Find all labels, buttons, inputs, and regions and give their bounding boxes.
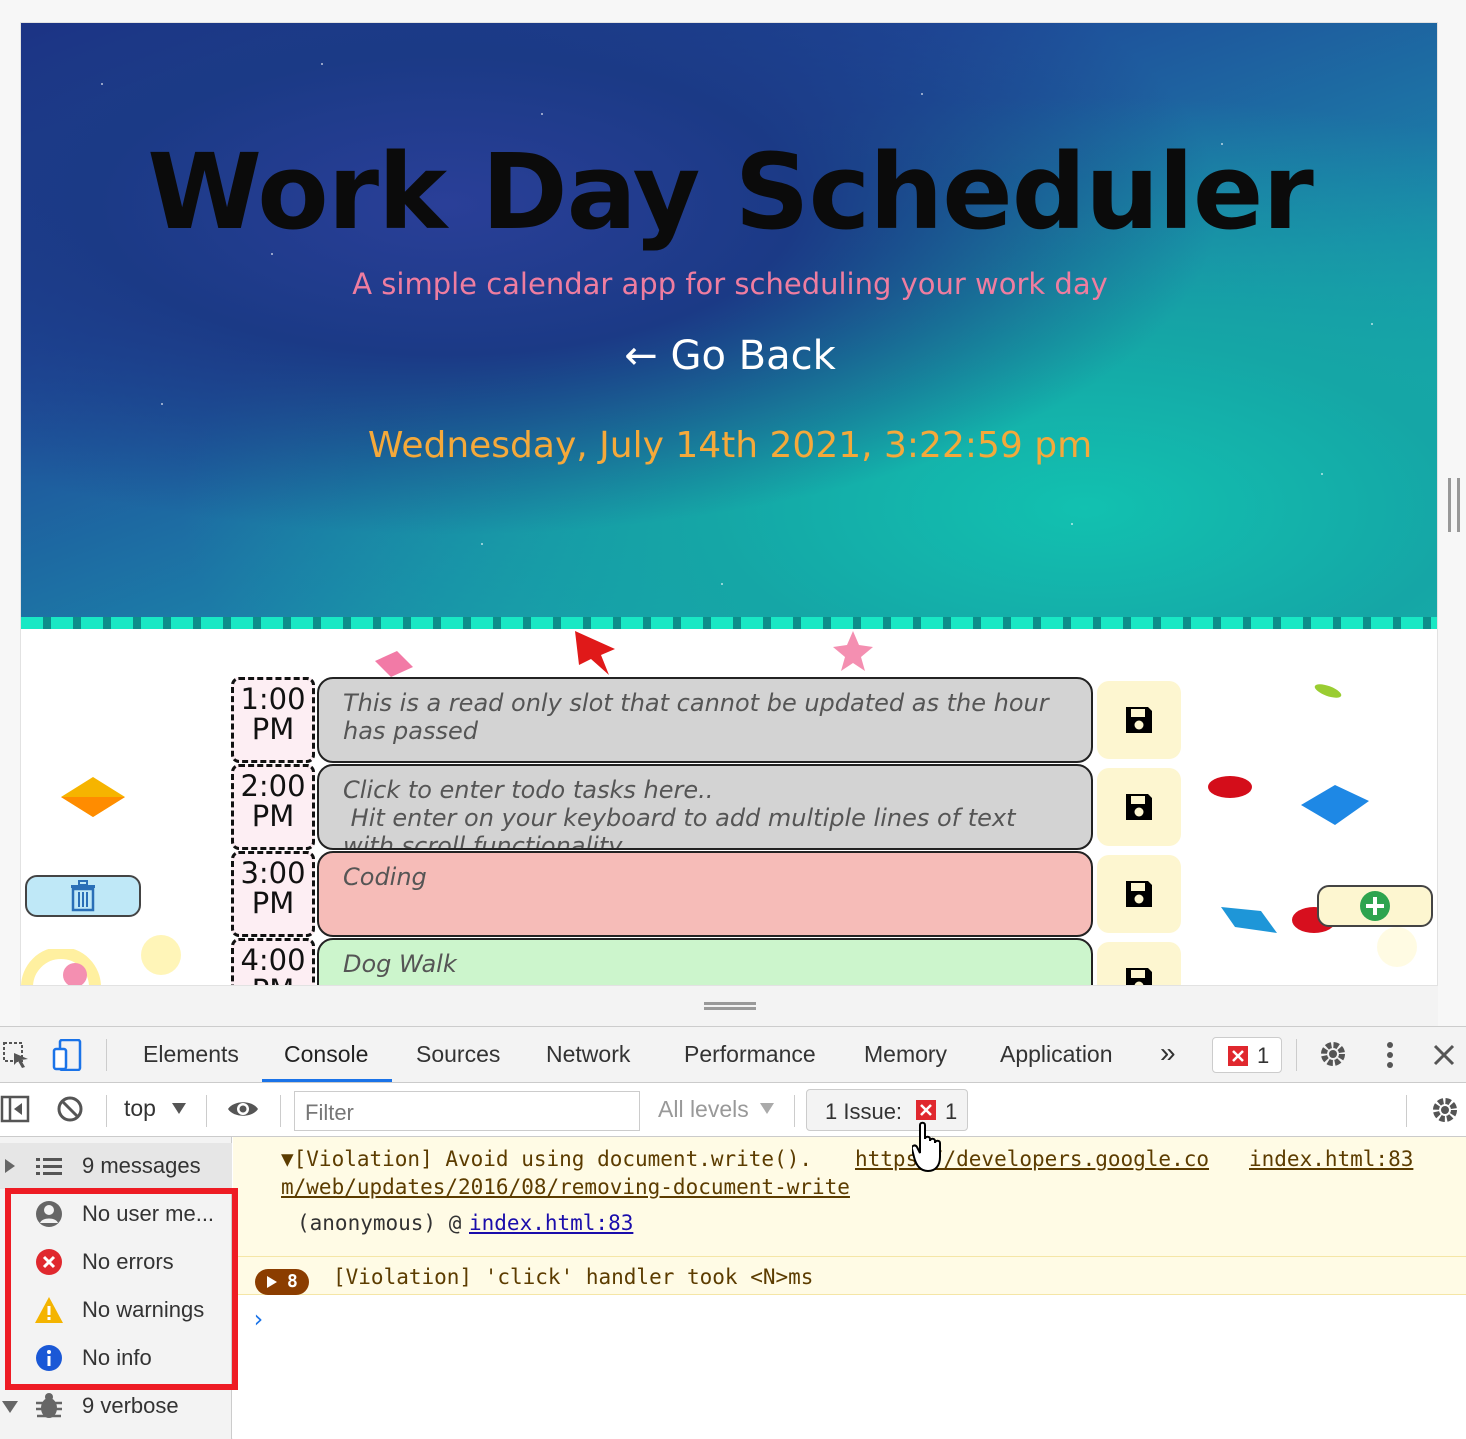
header-dashed-border <box>21 617 1437 629</box>
context-selector[interactable]: top <box>124 1095 156 1122</box>
error-count-badge[interactable]: 1 <box>1212 1037 1282 1073</box>
confetti-yellow-circle-2 <box>1377 927 1417 967</box>
time-block-3pm: 3:00 PM Coding <box>231 851 1181 937</box>
task-textarea[interactable]: Coding <box>317 851 1093 937</box>
confetti-red-star <box>575 631 615 675</box>
console-prompt-icon[interactable]: › <box>251 1305 265 1333</box>
save-button[interactable] <box>1097 855 1181 933</box>
trash-icon <box>71 880 95 912</box>
kebab-menu-icon[interactable] <box>1380 1039 1400 1071</box>
floppy-disk-icon <box>1126 794 1152 820</box>
tab-console[interactable]: Console <box>284 1041 368 1068</box>
console-toolbar: top Filter All levels 1 Issue: 1 <box>0 1083 1466 1137</box>
sidebar-item-messages[interactable]: 9 messages <box>0 1143 232 1189</box>
page-title: Work Day Scheduler <box>147 131 1314 253</box>
console-output: ▼[Violation] Avoid using document.write(… <box>233 1137 1466 1439</box>
confetti-red-oval <box>1208 776 1252 798</box>
current-datetime: Wednesday, July 14th 2021, 3:22:59 pm <box>367 425 1093 466</box>
error-square-icon <box>916 1100 936 1120</box>
expand-arrow-icon <box>5 1159 15 1173</box>
resizer-grip-icon[interactable] <box>704 1002 756 1010</box>
console-message-group[interactable]: 8 [Violation] 'click' handler took <N>ms <box>233 1257 1466 1295</box>
sidebar-toggle-icon[interactable] <box>0 1095 30 1123</box>
violation-link[interactable]: https://developers.google.co <box>855 1147 1209 1171</box>
tab-elements[interactable]: Elements <box>143 1041 239 1068</box>
clear-console-icon[interactable] <box>56 1095 84 1123</box>
confetti-pink-star <box>833 631 873 671</box>
log-levels-dropdown[interactable]: All levels <box>658 1096 749 1123</box>
inspect-element-icon[interactable] <box>2 1041 30 1069</box>
settings-gear-icon[interactable] <box>1318 1039 1348 1069</box>
hour-label: 2:00 PM <box>231 764 315 850</box>
page-subtitle: A simple calendar app for scheduling you… <box>352 267 1108 301</box>
hero-header: Work Day Scheduler A simple calendar app… <box>21 23 1437 629</box>
confetti-pink <box>375 651 413 677</box>
close-icon[interactable] <box>1432 1043 1456 1067</box>
hour-label: 1:00 PM <box>231 677 315 763</box>
list-icon <box>36 1158 62 1175</box>
expand-arrow-icon <box>267 1276 277 1288</box>
save-button[interactable] <box>1097 768 1181 846</box>
bug-icon <box>36 1393 62 1418</box>
confetti-blue-small <box>1221 907 1277 933</box>
plus-circle-icon <box>1360 891 1390 921</box>
save-button[interactable] <box>1097 681 1181 759</box>
stack-frame: (anonymous) @ <box>297 1211 462 1235</box>
hand-cursor-icon <box>912 1121 941 1173</box>
chevron-down-icon <box>172 1103 186 1114</box>
error-square-icon <box>1228 1046 1248 1066</box>
hour-label: 4:00PM <box>231 938 315 985</box>
window-resize-handle[interactable] <box>1448 478 1460 532</box>
confetti-green <box>1314 684 1342 698</box>
highlight-box <box>5 1188 238 1390</box>
violation-text: ▼[Violation] Avoid using document.write(… <box>281 1147 813 1171</box>
time-block-4pm: 4:00PM Dog Walk <box>231 938 1181 985</box>
click-violation-text: [Violation] 'click' handler took <N>ms <box>333 1265 814 1289</box>
eye-icon[interactable] <box>226 1097 260 1121</box>
console-settings-icon[interactable] <box>1430 1095 1460 1125</box>
page-viewport: Work Day Scheduler A simple calendar app… <box>20 22 1438 986</box>
floppy-disk-icon <box>1126 881 1152 907</box>
task-textarea[interactable]: This is a read only slot that cannot be … <box>317 677 1093 763</box>
confetti-blue <box>1301 785 1369 825</box>
tab-network[interactable]: Network <box>546 1041 630 1068</box>
confetti-yellow-ring <box>21 949 101 985</box>
floppy-disk-icon <box>1126 968 1152 985</box>
devtools-tab-bar: Elements Console Sources Network Perform… <box>0 1027 1466 1083</box>
floppy-disk-icon <box>1126 707 1152 733</box>
stack-source-link[interactable]: index.html:83 <box>469 1211 633 1235</box>
clear-all-button[interactable] <box>25 875 141 917</box>
more-tabs-icon[interactable]: » <box>1160 1037 1176 1069</box>
time-block-2pm: 2:00 PM Click to enter todo tasks here.. … <box>231 764 1181 850</box>
tab-sources[interactable]: Sources <box>416 1041 500 1068</box>
confetti-yellow-circle <box>141 935 181 975</box>
device-toolbar-icon[interactable] <box>52 1039 82 1071</box>
add-slot-button[interactable] <box>1317 885 1433 927</box>
save-button[interactable] <box>1097 942 1181 985</box>
task-textarea[interactable]: Click to enter todo tasks here.. Hit ent… <box>317 764 1093 850</box>
collapse-arrow-icon <box>2 1401 18 1413</box>
active-tab-indicator <box>262 1079 392 1082</box>
confetti-diamond <box>61 777 125 817</box>
repeat-count-badge: 8 <box>255 1269 309 1295</box>
filter-input[interactable]: Filter <box>294 1091 640 1131</box>
tab-memory[interactable]: Memory <box>864 1041 947 1068</box>
tab-performance[interactable]: Performance <box>684 1041 816 1068</box>
console-message-violation: ▼[Violation] Avoid using document.write(… <box>233 1137 1466 1257</box>
go-back-link[interactable]: ← Go Back <box>21 333 1437 379</box>
chevron-down-icon <box>760 1103 774 1114</box>
task-textarea[interactable]: Dog Walk <box>317 938 1093 985</box>
violation-link-continued[interactable]: m/web/updates/2016/08/removing-document-… <box>281 1175 850 1199</box>
tab-application[interactable]: Application <box>1000 1041 1113 1068</box>
hour-label: 3:00 PM <box>231 851 315 937</box>
source-link[interactable]: index.html:83 <box>1249 1147 1413 1171</box>
time-block-1pm: 1:00 PM This is a read only slot that can… <box>231 677 1181 763</box>
